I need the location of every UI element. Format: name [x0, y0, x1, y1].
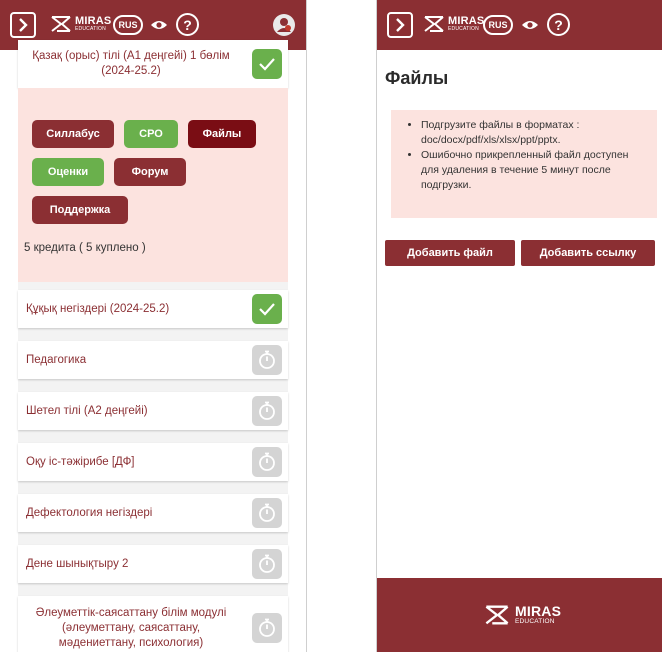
stopwatch-icon [252, 396, 282, 426]
syllabus-button[interactable]: Силлабус [32, 120, 114, 148]
course-title: Дефектология негіздері [26, 506, 153, 519]
course-card[interactable]: Дене шынықтыру 2 [18, 545, 288, 583]
chevron-right-icon [396, 18, 405, 32]
menu-toggle-button[interactable] [387, 12, 413, 38]
help-icon[interactable]: ? [547, 13, 570, 36]
forum-button[interactable]: Форум [114, 158, 186, 186]
add-file-button[interactable]: Добавить файл [385, 240, 515, 266]
course-title: Құқық негіздері (2024-25.2) [26, 302, 170, 315]
logo-name: MIRAS [515, 602, 562, 619]
course-title: Дене шынықтыру 2 [26, 557, 129, 570]
logo-sub: EDUCATION [75, 26, 106, 32]
status-done-icon [252, 49, 282, 79]
stopwatch-icon [252, 345, 282, 375]
top-bar: MIRAS EDUCATION RUS ? [377, 0, 662, 50]
check-icon [259, 303, 275, 316]
avatar[interactable] [272, 13, 296, 37]
course-card[interactable]: Педагогика [18, 341, 288, 379]
miras-logo[interactable]: MIRAS EDUCATION [50, 13, 111, 35]
info-box: Подгрузите файлы в форматах : doc/docx/p… [391, 110, 657, 218]
course-card[interactable]: Құқық негіздері (2024-25.2) [18, 290, 288, 328]
miras-logo-icon [424, 16, 444, 32]
course-card-expanded[interactable]: Қазақ (орыс) тілі (А1 деңгейі) 1 бөлім (… [18, 40, 288, 88]
support-button[interactable]: Поддержка [32, 196, 128, 224]
status-done-icon [252, 294, 282, 324]
help-icon[interactable]: ? [176, 13, 199, 36]
course-title: Шетел тілі (А2 деңгейі) [26, 404, 148, 417]
logo-name: MIRAS [75, 15, 112, 27]
check-icon [259, 58, 275, 71]
info-item: Подгрузите файлы в форматах : doc/docx/p… [421, 118, 649, 148]
course-card[interactable]: Шетел тілі (А2 деңгейі) [18, 392, 288, 430]
footer-logo: MIRAS EDUCATION [483, 602, 561, 628]
logo-sub: EDUCATION [515, 617, 555, 625]
course-details: Силлабус СРО Файлы Оценки Форум Поддержк… [18, 88, 288, 282]
chevron-right-icon [19, 18, 28, 32]
info-item: Ошибочно прикрепленный файл доступен для… [421, 148, 649, 193]
course-title: Педагогика [26, 353, 87, 366]
stopwatch-icon [252, 447, 282, 477]
course-card[interactable]: Оқу іс-тәжірибе [ДФ] [18, 443, 288, 481]
course-title: Оқу іс-тәжірибе [ДФ] [26, 455, 135, 468]
language-switch[interactable]: RUS [113, 15, 143, 35]
course-list[interactable]: Қазақ (орыс) тілі (А1 деңгейі) 1 бөлім (… [18, 40, 288, 652]
right-screen: MIRAS EDUCATION RUS ? Файлы Подгрузите ф… [376, 0, 662, 652]
course-card[interactable]: Дефектология негіздері [18, 494, 288, 532]
logo-name: MIRAS [448, 15, 485, 27]
stopwatch-icon [252, 549, 282, 579]
files-button[interactable]: Файлы [188, 120, 256, 148]
miras-logo-icon [485, 605, 509, 625]
menu-toggle-button[interactable] [10, 12, 36, 38]
page-title: Файлы [385, 68, 449, 88]
left-screen: MIRAS EDUCATION RUS ? Қазақ (орыс) тілі … [0, 0, 307, 652]
logo-sub: EDUCATION [448, 26, 479, 32]
grades-button[interactable]: Оценки [32, 158, 104, 186]
stopwatch-icon [252, 498, 282, 528]
eye-icon[interactable] [519, 14, 541, 36]
course-title: Әлеуметтік-саясаттану білім модулі (әлеу… [35, 606, 227, 649]
stopwatch-icon [252, 613, 282, 643]
miras-logo[interactable]: MIRAS EDUCATION [423, 13, 484, 35]
course-title: Қазақ (орыс) тілі (А1 деңгейі) 1 бөлім (… [32, 50, 230, 77]
credits-text: 5 кредита ( 5 куплено ) [24, 242, 146, 254]
add-link-button[interactable]: Добавить ссылку [521, 240, 655, 266]
course-card[interactable]: Әлеуметтік-саясаттану білім модулі (әлеу… [18, 596, 288, 652]
language-switch[interactable]: RUS [483, 15, 513, 35]
footer: MIRAS EDUCATION [377, 578, 662, 652]
srs-button[interactable]: СРО [124, 120, 178, 148]
eye-icon[interactable] [148, 14, 170, 36]
miras-logo-icon [51, 16, 71, 32]
